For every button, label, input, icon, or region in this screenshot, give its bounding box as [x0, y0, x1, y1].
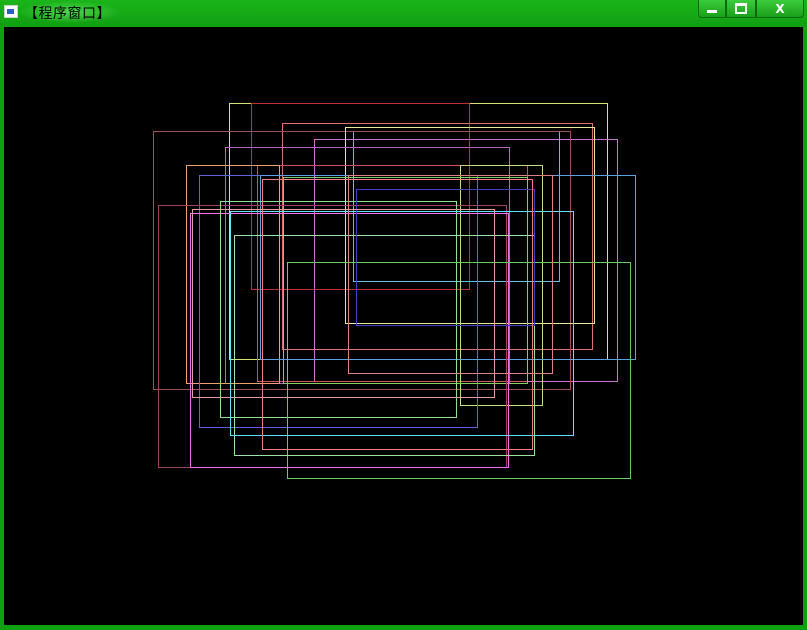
outline-rectangle: [283, 177, 528, 384]
outline-rectangle: [186, 165, 280, 384]
outline-rectangle: [153, 131, 571, 390]
drawing-canvas[interactable]: [4, 27, 803, 625]
maximize-button[interactable]: [726, 0, 756, 18]
outline-rectangle: [225, 147, 510, 384]
outline-rectangle: [229, 103, 608, 360]
minimize-button[interactable]: [698, 0, 726, 18]
outline-rectangle: [158, 205, 507, 468]
rectangles-layer: [153, 103, 636, 479]
close-icon: X: [775, 1, 785, 16]
outline-rectangle: [282, 123, 593, 350]
outline-rectangle: [220, 201, 457, 418]
outline-rectangle: [260, 175, 636, 360]
outline-rectangle: [262, 179, 533, 450]
window-app-icon[interactable]: [4, 5, 18, 18]
close-button[interactable]: X: [756, 0, 804, 18]
outline-rectangle: [192, 209, 495, 398]
window-title: 【程序窗口】: [24, 6, 111, 22]
maximize-icon: [735, 3, 747, 14]
minimize-icon: [707, 10, 717, 13]
title-bar[interactable]: 【程序窗口】 X: [0, 0, 807, 24]
outline-rectangle: [460, 165, 543, 406]
outline-rectangle: [287, 262, 631, 479]
